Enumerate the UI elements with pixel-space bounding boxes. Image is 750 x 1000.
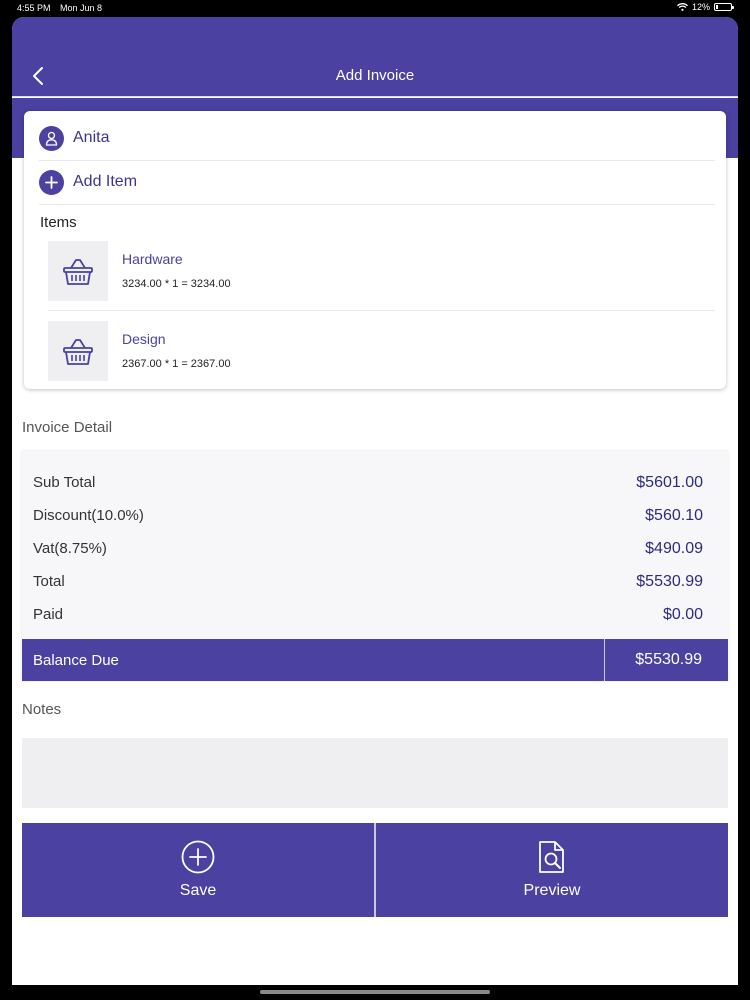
- add-item-label: Add Item: [73, 173, 138, 190]
- preview-label: Preview: [523, 882, 581, 899]
- detail-value: $560.10: [645, 507, 703, 524]
- nav-bar: Add Invoice: [12, 17, 738, 97]
- status-date: Mon Jun 8: [60, 3, 103, 13]
- save-label: Save: [179, 882, 217, 899]
- customer-row[interactable]: Anita: [39, 118, 711, 158]
- detail-value: $5530.99: [636, 573, 703, 590]
- add-circle-icon: [181, 840, 215, 874]
- divider: [39, 204, 715, 205]
- balance-due-label: Balance Due: [33, 651, 119, 669]
- divider: [48, 310, 715, 311]
- page-title: Add Invoice: [335, 67, 415, 84]
- invoice-items-card: Anita Add Item Items Hardware 3234.00 * …: [24, 111, 726, 389]
- invoice-detail-panel: Sub Total $5601.00 Discount(10.0%) $560.…: [22, 451, 728, 681]
- item-calc: 2367.00 * 1 = 2367.00: [122, 358, 231, 370]
- list-item[interactable]: Design 2367.00 * 1 = 2367.00: [48, 321, 712, 381]
- save-button[interactable]: Save: [22, 823, 374, 917]
- detail-row-paid: Paid $0.00: [33, 606, 703, 626]
- invoice-detail-heading: Invoice Detail: [22, 419, 113, 436]
- document-search-icon: [539, 841, 564, 873]
- battery-icon: [714, 3, 734, 11]
- battery-percent: 12%: [691, 2, 710, 12]
- item-name: Hardware: [122, 251, 183, 267]
- item-calc: 3234.00 * 1 = 3234.00: [122, 278, 231, 290]
- balance-due-row: Balance Due $5530.99: [22, 639, 728, 681]
- basket-icon: [48, 321, 108, 381]
- detail-row-total: Total $5530.99: [33, 573, 703, 593]
- list-item[interactable]: Hardware 3234.00 * 1 = 3234.00: [48, 241, 712, 301]
- detail-label: Sub Total: [33, 474, 96, 491]
- customer-name: Anita: [73, 129, 110, 146]
- status-bar: 4:55 PM Mon Jun 8 12%: [0, 0, 750, 16]
- items-heading: Items: [40, 214, 77, 231]
- wifi-icon: [677, 3, 688, 11]
- detail-label: Paid: [33, 606, 64, 623]
- detail-row-vat: Vat(8.75%) $490.09: [33, 540, 703, 560]
- home-indicator[interactable]: [260, 990, 490, 994]
- status-right: 12%: [677, 2, 734, 12]
- status-time: 4:55 PM: [17, 3, 51, 13]
- notes-input[interactable]: [22, 738, 728, 808]
- detail-row-subtotal: Sub Total $5601.00: [33, 474, 703, 494]
- action-bar: Save Preview: [22, 823, 728, 917]
- notes-heading: Notes: [22, 701, 62, 718]
- basket-icon: [48, 241, 108, 301]
- detail-label: Total: [33, 573, 65, 590]
- detail-row-discount: Discount(10.0%) $560.10: [33, 507, 703, 527]
- plus-icon: [39, 169, 64, 195]
- app-screen: Add Invoice Anita Add Item Items Hardwar…: [12, 17, 738, 985]
- balance-due-value: $5530.99: [635, 651, 702, 668]
- detail-value: $490.09: [645, 540, 703, 557]
- item-name: Design: [122, 331, 166, 347]
- detail-value: $0.00: [662, 606, 703, 623]
- divider: [39, 160, 715, 161]
- preview-button[interactable]: Preview: [376, 823, 728, 917]
- detail-value: $5601.00: [636, 474, 703, 491]
- detail-label: Vat(8.75%): [33, 540, 107, 557]
- person-icon: [39, 125, 64, 151]
- add-item-button[interactable]: Add Item: [39, 162, 711, 202]
- detail-label: Discount(10.0%): [33, 507, 144, 524]
